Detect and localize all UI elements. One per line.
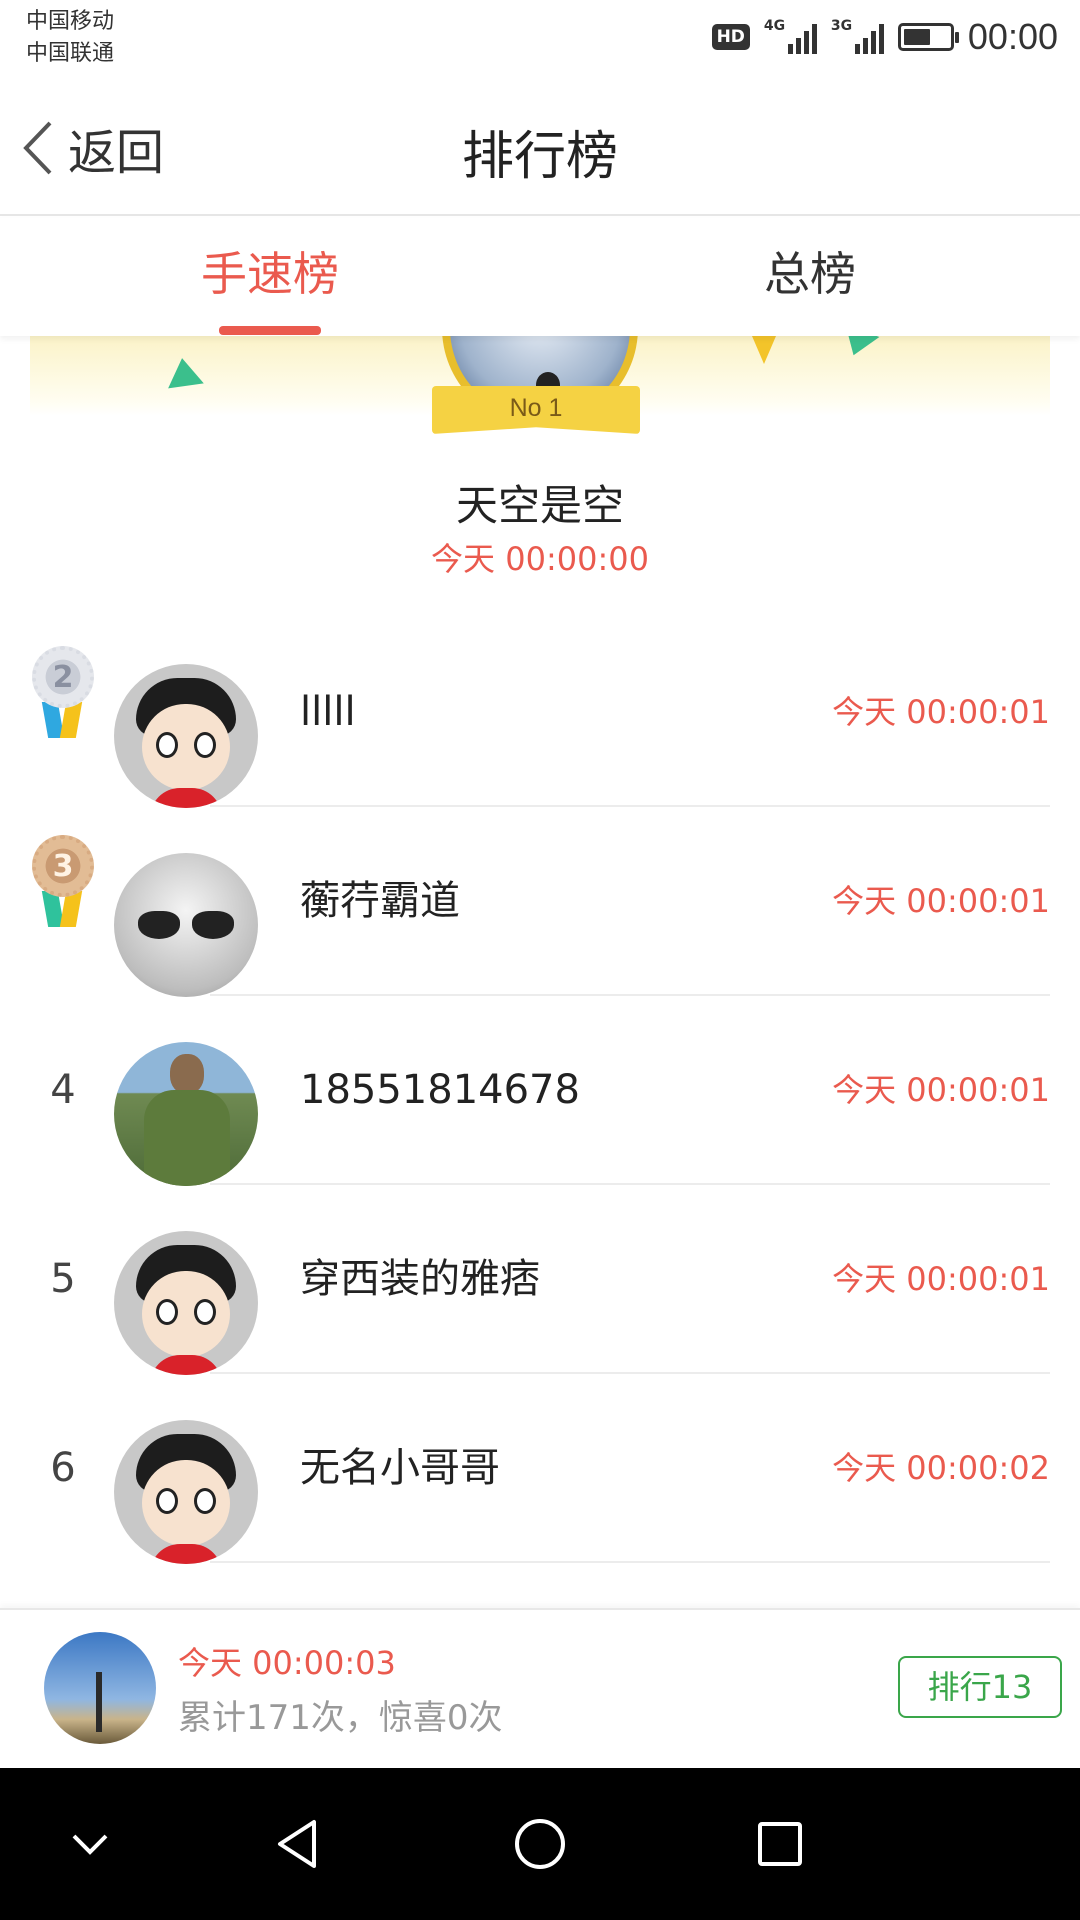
- ranking-row[interactable]: [0, 1563, 1080, 1608]
- status-time: 00:00: [967, 16, 1058, 57]
- player-name: 18551814678: [300, 1067, 580, 1113]
- winner-name: 天空是空: [455, 481, 624, 530]
- rank-number: 6: [50, 1445, 76, 1491]
- ranking-row[interactable]: 5 穿西装的雅痞 今天 00:00:01: [0, 1185, 1080, 1375]
- rank-number: 5: [50, 1256, 76, 1302]
- avatar[interactable]: [114, 1231, 258, 1375]
- tab-speed-ranking[interactable]: 手速榜: [0, 218, 540, 336]
- tab-bar: 手速榜 总榜: [0, 218, 1080, 336]
- player-time: 今天 00:00:01: [832, 693, 1050, 731]
- hd-icon: HD: [711, 24, 750, 50]
- ranking-row[interactable]: 6 无名小哥哥 今天 00:00:02: [0, 1374, 1080, 1564]
- avatar[interactable]: [114, 1042, 258, 1186]
- avatar[interactable]: [114, 664, 258, 808]
- silver-medal-icon: 2: [28, 646, 98, 742]
- carrier-info: 中国移动 中国联通: [26, 6, 114, 70]
- nav-back-icon[interactable]: [270, 1814, 330, 1874]
- ranking-row[interactable]: 4 18551814678 今天 00:00:01: [0, 996, 1080, 1186]
- player-time: 今天 00:00:01: [832, 1260, 1050, 1298]
- nav-recents-icon[interactable]: [750, 1814, 810, 1874]
- player-name: 穿西装的雅痞: [300, 1256, 540, 1302]
- player-name: lllll: [300, 689, 356, 735]
- player-time: 今天 00:00:02: [832, 1449, 1050, 1487]
- ranking-list: 2 lllll 今天 00:00:01 3 蘅荇霸道 今天 00:00:01 4…: [0, 618, 1080, 1608]
- player-time: 今天 00:00:01: [832, 1071, 1050, 1109]
- status-icons: HD 4G 3G 00:00: [711, 12, 1058, 62]
- my-stats: 累计171次，惊喜0次: [178, 1698, 503, 1738]
- my-stats-bar: 今天 00:00:03 累计171次，惊喜0次 排行13: [0, 1608, 1080, 1768]
- my-time: 今天 00:00:03: [178, 1644, 396, 1682]
- ranking-list-area[interactable]: No 1 天空是空 今天 00:00:00 2 lllll 今天 00:00:0…: [0, 336, 1080, 1608]
- app-header: 返回 排行榜: [0, 80, 1080, 216]
- my-avatar[interactable]: [44, 1632, 156, 1744]
- avatar[interactable]: [114, 1420, 258, 1564]
- status-bar: 中国移动 中国联通 HD 4G 3G 00:00: [0, 0, 1080, 80]
- rank-number: 4: [50, 1067, 76, 1113]
- ranking-row[interactable]: 3 蘅荇霸道 今天 00:00:01: [0, 807, 1080, 997]
- carrier-2: 中国联通: [26, 41, 115, 66]
- page-title: 排行榜: [461, 127, 618, 187]
- player-name: 无名小哥哥: [300, 1445, 500, 1491]
- avatar[interactable]: [114, 853, 258, 997]
- nav-collapse-icon[interactable]: [60, 1814, 120, 1874]
- winner-time: 今天 00:00:00: [431, 540, 649, 578]
- winner-badge: No 1: [432, 386, 640, 434]
- battery-icon: [897, 23, 959, 51]
- nav-home-icon[interactable]: [510, 1814, 570, 1874]
- network-type-2: 3G: [830, 18, 853, 34]
- active-tab-indicator: [219, 326, 321, 335]
- ranking-row[interactable]: 2 lllll 今天 00:00:01: [0, 618, 1080, 808]
- network-type-1: 4G: [763, 18, 786, 34]
- tab-overall-ranking[interactable]: 总榜: [540, 218, 1080, 336]
- player-name: 蘅荇霸道: [300, 878, 460, 924]
- carrier-1: 中国移动: [26, 9, 115, 34]
- signal-icon: 4G: [763, 18, 817, 54]
- system-nav-bar: [0, 1768, 1080, 1920]
- bronze-medal-icon: 3: [28, 835, 98, 931]
- signal-icon-2: 3G: [830, 18, 884, 54]
- my-rank-button[interactable]: 排行13: [898, 1656, 1062, 1718]
- player-time: 今天 00:00:01: [832, 882, 1050, 920]
